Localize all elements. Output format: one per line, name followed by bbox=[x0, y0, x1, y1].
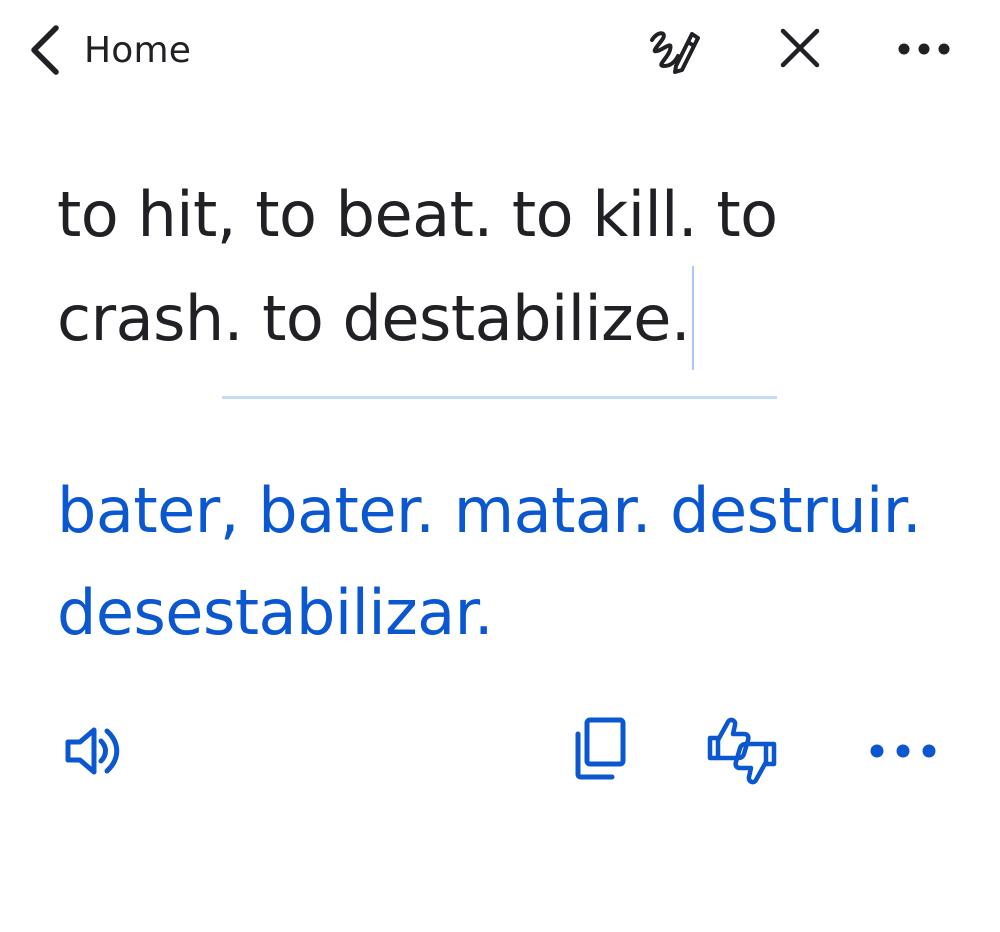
close-icon bbox=[778, 26, 822, 74]
translation-text: bater, bater. matar. destruir. desestabi… bbox=[57, 474, 922, 649]
text-caret bbox=[692, 266, 695, 370]
back-button[interactable]: Home bbox=[26, 22, 191, 78]
chevron-left-icon bbox=[26, 24, 62, 76]
listen-button[interactable] bbox=[58, 722, 124, 784]
feedback-icon bbox=[702, 712, 782, 794]
divider bbox=[222, 396, 777, 399]
speaker-icon bbox=[60, 723, 122, 783]
translation-more-button[interactable] bbox=[864, 730, 942, 776]
more-options-button[interactable] bbox=[892, 26, 956, 74]
more-horiz-icon bbox=[867, 743, 939, 763]
back-label: Home bbox=[84, 29, 192, 71]
handwriting-icon bbox=[642, 20, 702, 84]
source-text-input[interactable]: to hit, to beat. to kill. to crash. to d… bbox=[57, 164, 917, 370]
copy-button[interactable] bbox=[566, 716, 632, 786]
close-button[interactable] bbox=[772, 22, 828, 78]
copy-icon bbox=[570, 716, 628, 786]
top-bar: Home bbox=[0, 0, 1000, 100]
feedback-button[interactable] bbox=[700, 712, 784, 794]
handwriting-button[interactable] bbox=[640, 20, 704, 84]
source-text: to hit, to beat. to kill. to crash. to d… bbox=[57, 178, 778, 355]
more-vert-icon bbox=[895, 41, 953, 60]
